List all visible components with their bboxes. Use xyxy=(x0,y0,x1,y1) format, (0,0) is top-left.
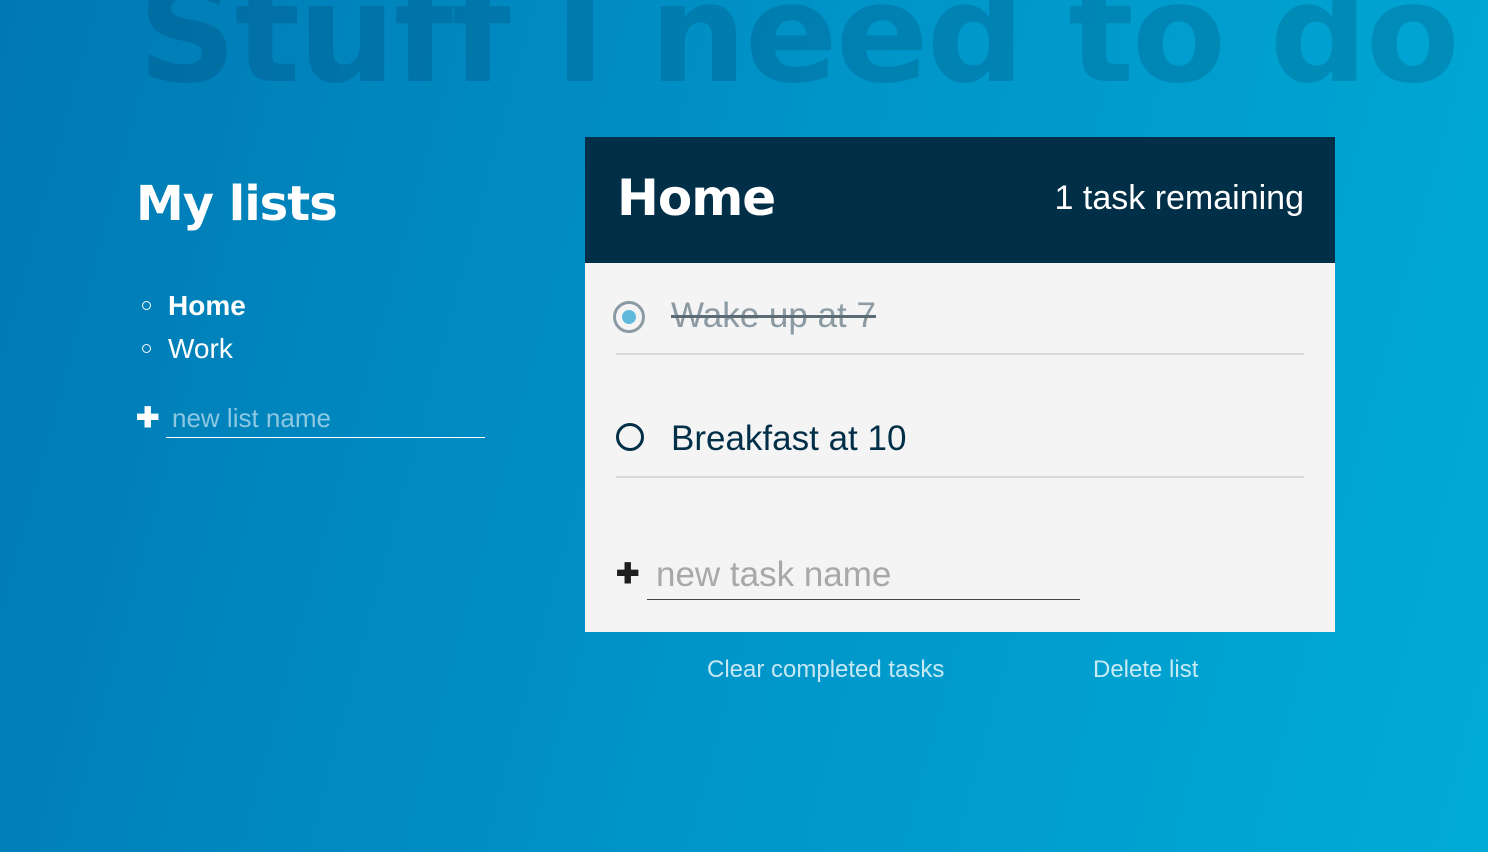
bullet-icon xyxy=(142,301,151,310)
plus-icon[interactable]: ✚ xyxy=(136,404,159,432)
list-title: Home xyxy=(617,169,776,227)
task-item[interactable]: Breakfast at 10 xyxy=(616,386,1304,478)
todo-list-panel: Home 1 task remaining Wake up at 7 Break… xyxy=(585,137,1335,712)
sidebar-item-home[interactable]: Home xyxy=(136,284,496,327)
new-list-input[interactable] xyxy=(166,400,485,438)
sidebar: My lists Home Work ✚ xyxy=(136,180,496,440)
new-task-form: ✚ xyxy=(616,550,1086,600)
plus-icon[interactable]: ✚ xyxy=(616,560,639,588)
sidebar-item-work[interactable]: Work xyxy=(136,327,496,370)
task-checkbox-checked[interactable] xyxy=(613,301,645,333)
new-task-input[interactable] xyxy=(647,550,1080,600)
sidebar-item-label: Work xyxy=(168,333,233,364)
background-title: Stuff I need to do xyxy=(138,0,1460,114)
delete-list-button[interactable]: Delete list xyxy=(1093,656,1198,684)
task-checkbox[interactable] xyxy=(616,423,644,451)
task-label: Breakfast at 10 xyxy=(671,419,907,458)
task-count: 1 task remaining xyxy=(1054,179,1304,217)
new-list-form: ✚ xyxy=(136,400,496,440)
sidebar-title: My lists xyxy=(136,176,338,232)
list-header: Home 1 task remaining xyxy=(585,137,1335,263)
clear-completed-button[interactable]: Clear completed tasks xyxy=(707,656,944,684)
sidebar-item-label: Home xyxy=(168,290,246,321)
task-item[interactable]: Wake up at 7 xyxy=(613,263,1304,355)
bullet-icon xyxy=(142,344,151,353)
task-list: Wake up at 7 Breakfast at 10 ✚ xyxy=(585,263,1335,632)
list-actions: Clear completed tasks Delete list xyxy=(585,632,1335,712)
list-nav: Home Work xyxy=(136,284,496,370)
task-label: Wake up at 7 xyxy=(671,296,876,335)
